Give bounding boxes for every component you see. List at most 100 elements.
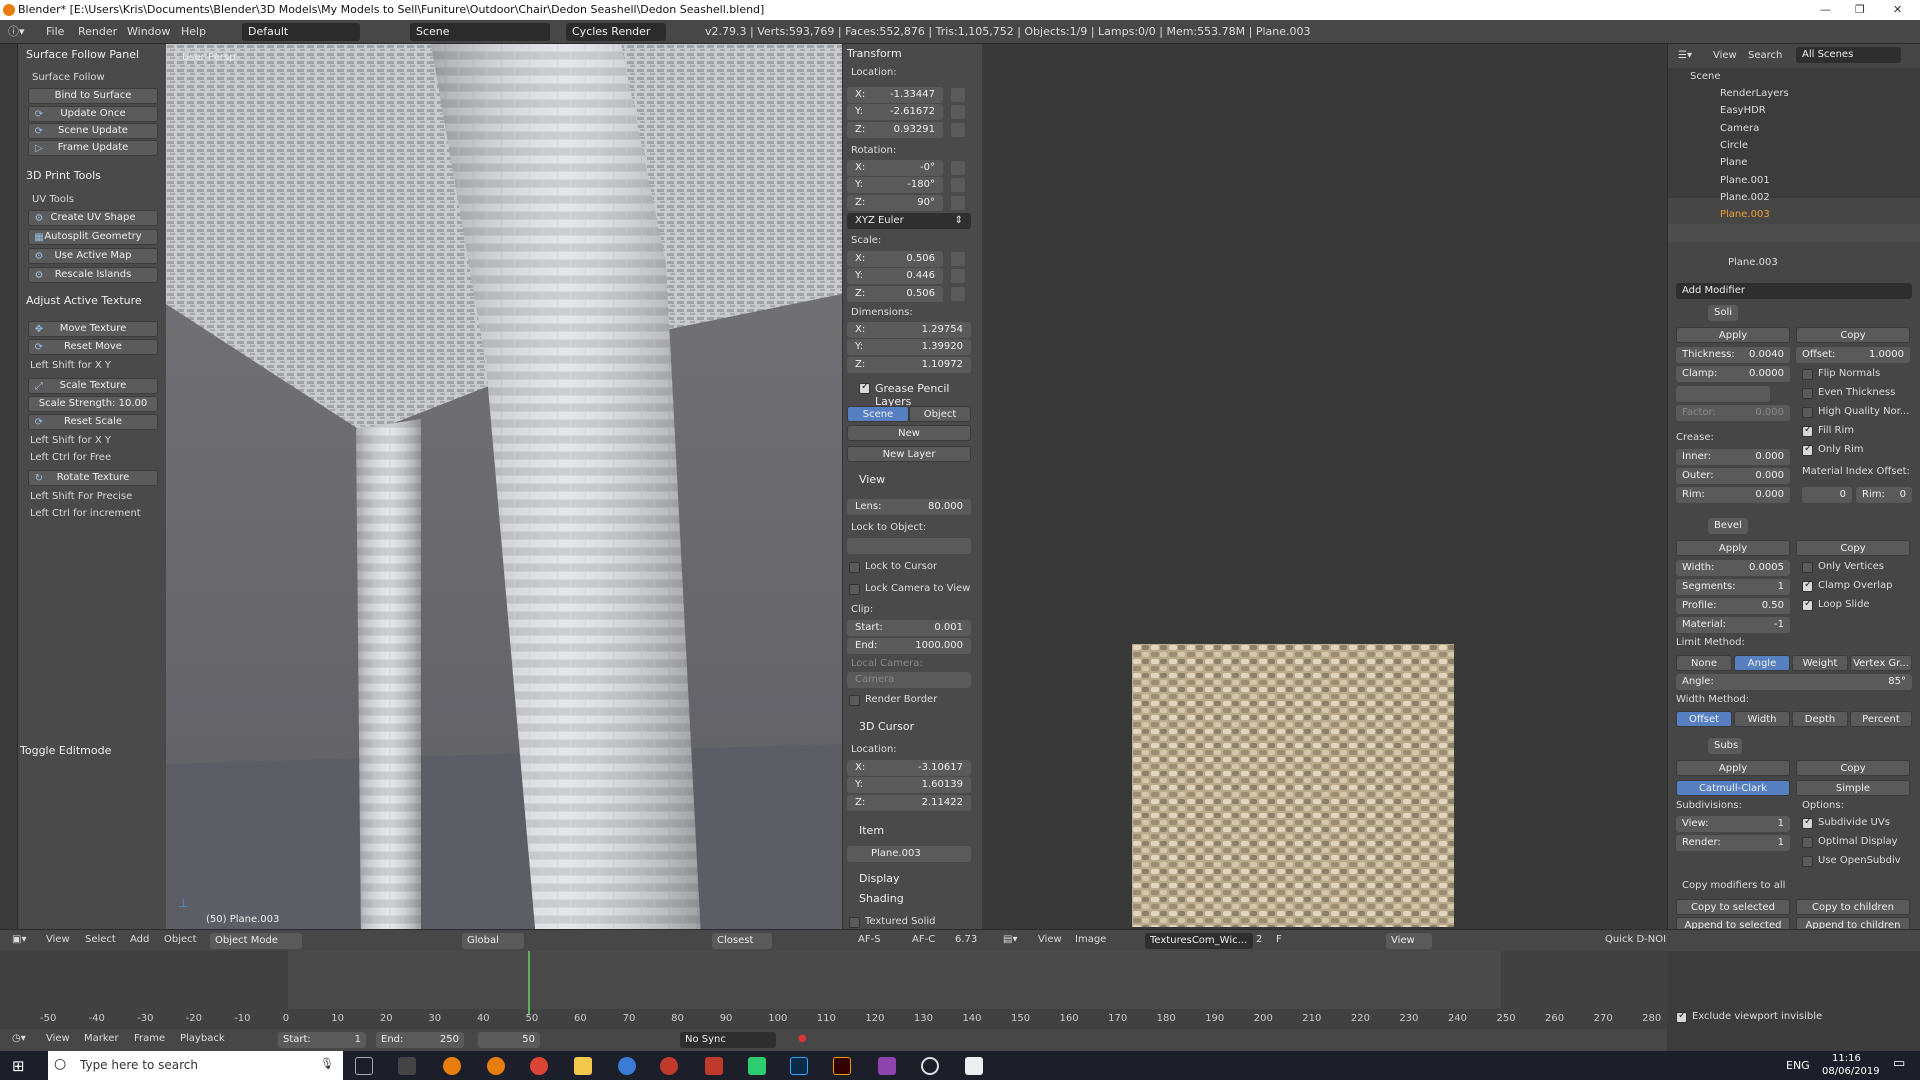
menu-help[interactable]: Help xyxy=(181,24,206,40)
only-vertices-checkbox[interactable] xyxy=(1802,562,1813,573)
image-viewer-icon[interactable] xyxy=(965,1057,983,1075)
location-z-field[interactable]: Z: 0.93291 xyxy=(847,122,943,138)
high-quality-checkbox[interactable] xyxy=(1802,407,1813,418)
autosplit-geometry-button[interactable]: ▦ Autosplit Geometry xyxy=(28,229,158,245)
outliner-item-easyhdr[interactable]: EasyHDR xyxy=(1720,105,1766,116)
lock-camera-checkbox[interactable] xyxy=(849,584,860,595)
lock-icon[interactable] xyxy=(951,123,965,137)
toolshelf-tabs[interactable] xyxy=(0,44,18,939)
update-once-button[interactable]: ⟳ Update Once xyxy=(28,106,158,122)
3d-menu-add[interactable]: Add xyxy=(130,934,149,945)
cursor-y-field[interactable]: Y: 1.60139 xyxy=(847,777,971,793)
optimal-display-checkbox[interactable] xyxy=(1802,837,1813,848)
outliner-item-camera[interactable]: Camera xyxy=(1720,123,1759,134)
reset-move-button[interactable]: ⟳ Reset Move xyxy=(28,339,158,355)
scale-y-field[interactable]: Y: 0.446 xyxy=(847,268,943,284)
app-circle-icon[interactable] xyxy=(921,1057,939,1075)
gp-new-button[interactable]: New xyxy=(847,425,971,441)
3d-menu-select[interactable]: Select xyxy=(85,934,116,945)
toggle-editmode-header[interactable]: Toggle Editmode xyxy=(20,744,111,757)
grease-pencil-header[interactable]: Grease Pencil Layers xyxy=(875,382,982,408)
current-frame-field[interactable]: 50 xyxy=(478,1032,540,1048)
end-frame-field[interactable]: End: 250 xyxy=(376,1032,464,1048)
clock-date[interactable]: 08/06/2019 xyxy=(1822,1066,1880,1077)
illustrator-icon[interactable] xyxy=(833,1057,851,1075)
image-menu-view[interactable]: View xyxy=(1038,934,1062,945)
exclude-invisible-checkbox[interactable] xyxy=(1676,1010,1687,1023)
scene-select[interactable]: Scene xyxy=(410,23,550,41)
properties-tabs[interactable] xyxy=(1668,224,1920,242)
even-thickness-checkbox[interactable] xyxy=(1802,388,1813,399)
3d-cursor-header[interactable]: 3D Cursor xyxy=(859,720,914,733)
rotation-x-field[interactable]: X: -0° xyxy=(847,160,943,176)
use-opensubdiv-checkbox[interactable] xyxy=(1802,856,1813,867)
taskbar-search-box[interactable]: ○ Type here to search 🎙 xyxy=(48,1051,343,1080)
lock-icon[interactable] xyxy=(951,287,965,301)
scale-texture-button[interactable]: ⤢ Scale Texture xyxy=(28,378,158,394)
start-frame-field[interactable]: Start: 1 xyxy=(278,1032,366,1048)
lock-icon[interactable] xyxy=(951,252,965,266)
timeline-menu-playback[interactable]: Playback xyxy=(180,1033,225,1044)
outliner-item-plane-001[interactable]: Plane.001 xyxy=(1720,175,1770,186)
display-header[interactable]: Display xyxy=(859,872,900,885)
image-menu-image[interactable]: Image xyxy=(1075,934,1106,945)
image-select[interactable]: TexturesCom_Wic... xyxy=(1145,933,1253,949)
vertex-group-field[interactable] xyxy=(1676,386,1770,402)
outliner-menu-search[interactable]: Search xyxy=(1748,50,1782,61)
timeline[interactable]: -50 -40 -30 -20 -10 0 10 20 30 40 50 60 70 80 90 100 110… xyxy=(0,951,1667,1029)
adjust-active-texture-header[interactable]: Adjust Active Texture xyxy=(26,294,142,307)
view-header[interactable]: View xyxy=(859,473,885,486)
close-icon[interactable]: ✕ xyxy=(1893,0,1902,20)
add-modifier-select[interactable]: Add Modifier xyxy=(1676,283,1912,299)
app-red-icon[interactable] xyxy=(660,1057,678,1075)
image-editor-icon[interactable]: ▤▾ xyxy=(1003,934,1017,945)
lock-icon[interactable] xyxy=(951,269,965,283)
crease-outer-field[interactable]: Outer: 0.000 xyxy=(1676,468,1790,484)
print-tools-header[interactable]: 3D Print Tools xyxy=(26,169,101,182)
frame-update-button[interactable]: ▷ Frame Update xyxy=(28,140,158,156)
angle-field[interactable]: Angle: 85° xyxy=(1676,674,1912,690)
clip-start-field[interactable]: Start: 0.001 xyxy=(847,620,971,636)
dimension-y-field[interactable]: Y: 1.39920 xyxy=(847,339,971,355)
lock-icon[interactable] xyxy=(951,105,965,119)
fake-user-button[interactable]: F xyxy=(1276,934,1282,945)
mode-select[interactable]: Object Mode xyxy=(210,933,302,949)
create-uv-shape-button[interactable]: ⚙ Create UV Shape xyxy=(28,210,158,226)
simple-button[interactable]: Simple xyxy=(1796,780,1910,796)
render-engine-select[interactable]: Cycles Render xyxy=(566,23,666,41)
gp-scene-tab[interactable]: Scene xyxy=(847,406,909,422)
snap-target-select[interactable]: Closest xyxy=(712,933,772,949)
cursor-x-field[interactable]: X: -3.10617 xyxy=(847,760,971,776)
timeline-menu-marker[interactable]: Marker xyxy=(84,1033,119,1044)
location-y-field[interactable]: Y: -2.61672 xyxy=(847,104,943,120)
copy-to-selected-button[interactable]: Copy to selected xyxy=(1676,899,1790,915)
3d-menu-object[interactable]: Object xyxy=(164,934,197,945)
minimize-icon[interactable]: — xyxy=(1820,0,1831,20)
subsurf-render-field[interactable]: Render: 1 xyxy=(1676,835,1790,851)
only-rim-checkbox[interactable] xyxy=(1802,443,1813,456)
notification-icon[interactable]: ▭ xyxy=(1893,1056,1905,1071)
record-icon[interactable]: ● xyxy=(798,1033,807,1044)
flip-normals-checkbox[interactable] xyxy=(1802,369,1813,380)
scale-x-field[interactable]: X: 0.506 xyxy=(847,251,943,267)
material-offset-field[interactable]: 0 xyxy=(1802,487,1852,503)
cursor-z-field[interactable]: Z: 2.11422 xyxy=(847,795,971,811)
info-editor-icon[interactable]: ⓘ▾ xyxy=(8,24,25,40)
subsurf-view-field[interactable]: View: 1 xyxy=(1676,816,1790,832)
menu-window[interactable]: Window xyxy=(127,24,170,40)
clock-time[interactable]: 11:16 xyxy=(1832,1053,1861,1064)
3d-viewport[interactable]: User Persp ⊥ (50) Plane.003 xyxy=(166,44,842,939)
scale-z-field[interactable]: Z: 0.506 xyxy=(847,286,943,302)
subsurf-apply-button[interactable]: Apply xyxy=(1676,760,1790,776)
3d-menu-view[interactable]: View xyxy=(46,934,70,945)
fill-rim-checkbox[interactable] xyxy=(1802,424,1813,437)
outliner-item-scene[interactable]: Scene xyxy=(1690,71,1721,82)
clip-end-field[interactable]: End: 1000.000 xyxy=(847,638,971,654)
outliner-editor-icon[interactable]: ☰▾ xyxy=(1678,50,1692,61)
width-method-depth-button[interactable]: Depth xyxy=(1792,711,1848,727)
outliner-item-plane-002[interactable]: Plane.002 xyxy=(1720,192,1770,203)
width-method-percent-button[interactable]: Percent xyxy=(1850,711,1912,727)
calculator-icon[interactable] xyxy=(398,1057,416,1075)
bevel-modifier-header[interactable]: Bevel xyxy=(1708,518,1748,534)
lock-icon[interactable] xyxy=(951,161,965,175)
